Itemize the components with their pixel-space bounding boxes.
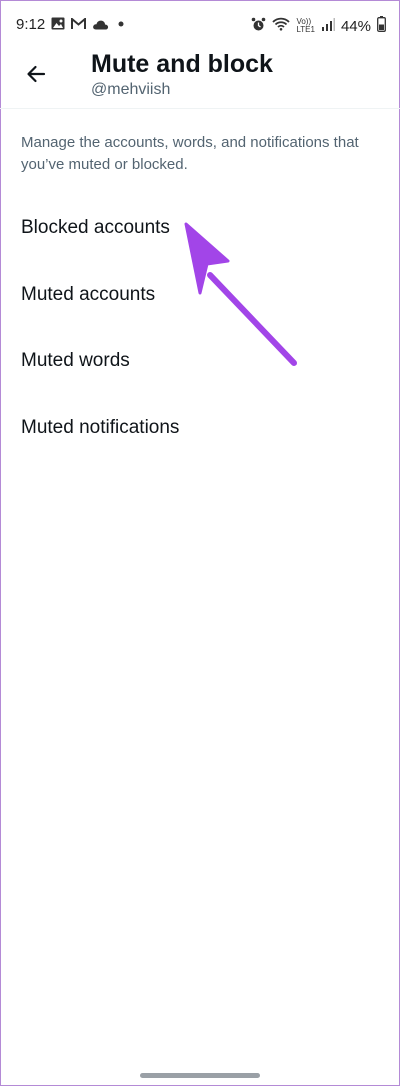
battery-percent: 44% [340, 17, 371, 35]
wifi-icon [272, 17, 291, 35]
muted-words-item[interactable]: Muted words [21, 350, 130, 372]
back-button[interactable] [20, 60, 52, 92]
muted-accounts-item[interactable]: Muted accounts [21, 284, 155, 306]
status-right: Vo)) LTE1 44% [251, 16, 386, 36]
dot-icon [115, 17, 127, 35]
cloud-icon [92, 17, 109, 35]
gmail-icon [71, 16, 86, 35]
home-indicator[interactable] [140, 1073, 260, 1078]
signal-icon [321, 17, 335, 35]
status-time: 9:12 [16, 16, 46, 33]
arrow-left-icon [24, 62, 48, 91]
network-label: Vo)) LTE1 [296, 17, 315, 34]
battery-icon [377, 16, 386, 36]
alarm-icon [251, 17, 266, 36]
annotation-arrow-icon [184, 222, 297, 366]
account-handle: @mehviish [91, 81, 171, 98]
header-bar: Mute and block @mehviish [0, 50, 400, 109]
status-left-icons [51, 16, 127, 35]
status-bar: 9:12 Vo)) LTE1 44% [0, 0, 400, 50]
page-title: Mute and block [91, 50, 273, 78]
blocked-accounts-item[interactable]: Blocked accounts [21, 217, 170, 239]
image-icon [51, 17, 65, 35]
settings-description: Manage the accounts, words, and notifica… [21, 134, 359, 173]
muted-notifications-item[interactable]: Muted notifications [21, 417, 179, 439]
